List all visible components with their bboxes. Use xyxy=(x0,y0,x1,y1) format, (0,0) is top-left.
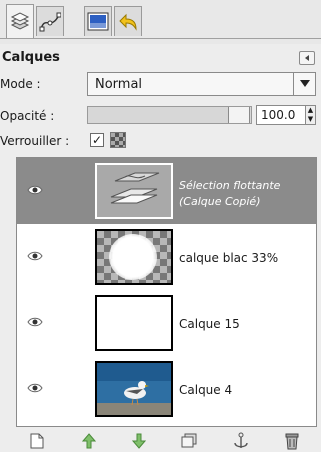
opacity-slider[interactable] xyxy=(87,106,252,124)
new-layer-icon xyxy=(30,433,44,449)
opacity-label: Opacité : xyxy=(0,109,55,123)
layer-row[interactable]: Calque 4 xyxy=(17,356,316,422)
tab-layers[interactable] xyxy=(6,4,34,38)
eye-icon[interactable] xyxy=(27,184,43,196)
layers-toolbar xyxy=(0,430,321,452)
layer-name: calque blac 33% xyxy=(179,251,279,265)
new-layer-button[interactable] xyxy=(28,432,46,450)
layers-icon xyxy=(10,11,30,30)
undo-icon xyxy=(119,13,137,31)
opacity-stepper[interactable]: ▲ ▼ xyxy=(305,106,315,124)
channels-icon xyxy=(87,12,109,30)
panel-title: Calques xyxy=(2,50,60,65)
dock-tab-strip xyxy=(0,0,321,44)
layer-thumbnail xyxy=(95,295,173,351)
layer-row[interactable]: calque blac 33% xyxy=(17,224,316,290)
raise-layer-button[interactable] xyxy=(80,432,98,450)
lock-pixels-checkbox[interactable]: ✓ xyxy=(90,133,104,147)
anchor-layer-icon xyxy=(234,432,248,448)
panel-menu-button[interactable] xyxy=(299,51,315,65)
lower-layer-button[interactable] xyxy=(130,432,148,450)
mode-dropdown-button[interactable] xyxy=(293,73,315,95)
opacity-spinbox[interactable]: 100.0 ▲ ▼ xyxy=(256,105,316,125)
opacity-slider-handle[interactable] xyxy=(228,107,250,123)
layer-thumbnail xyxy=(95,229,173,285)
seagull-photo-icon xyxy=(97,363,171,415)
mode-value: Normal xyxy=(95,77,143,92)
lower-layer-icon xyxy=(132,433,146,449)
anchor-layer-button[interactable] xyxy=(232,432,250,450)
panel-menu-icon xyxy=(305,55,309,61)
eye-icon[interactable] xyxy=(27,382,43,394)
eye-icon[interactable] xyxy=(27,316,43,328)
delete-layer-button[interactable] xyxy=(283,432,301,450)
floating-selection-icon xyxy=(110,172,160,204)
layer-name: Calque 4 xyxy=(179,383,233,397)
mode-label: Mode : xyxy=(0,77,41,91)
tab-paths[interactable] xyxy=(36,6,64,36)
layer-name: Sélection flottante (Calque Copié) xyxy=(179,178,280,210)
layers-list[interactable]: Sélection flottante (Calque Copié) calqu… xyxy=(16,157,317,427)
layer-row[interactable]: Sélection flottante (Calque Copié) xyxy=(17,158,316,224)
lock-label: Verrouiller : xyxy=(0,134,70,148)
raise-layer-icon xyxy=(82,433,96,449)
mode-select[interactable]: Normal xyxy=(87,72,316,96)
eye-icon[interactable] xyxy=(27,250,43,262)
tab-strip-divider xyxy=(0,38,321,39)
layer-name: Calque 15 xyxy=(179,317,240,331)
tab-undo-history[interactable] xyxy=(114,6,142,36)
delete-layer-icon xyxy=(285,433,299,450)
white-circle-shape xyxy=(109,234,157,280)
paths-icon xyxy=(39,12,61,31)
layer-name-line: (Calque Copié) xyxy=(179,195,261,208)
lock-alpha-icon[interactable] xyxy=(110,132,126,148)
duplicate-layer-button[interactable] xyxy=(180,432,198,450)
layer-name-line: Sélection flottante xyxy=(179,179,281,192)
chevron-down-icon xyxy=(299,80,310,87)
tab-channels[interactable] xyxy=(84,6,112,36)
layer-thumbnail xyxy=(95,163,173,219)
layer-thumbnail xyxy=(95,361,173,417)
duplicate-layer-icon xyxy=(181,433,197,448)
layer-row[interactable]: Calque 15 xyxy=(17,290,316,356)
opacity-value: 100.0 xyxy=(261,108,296,122)
